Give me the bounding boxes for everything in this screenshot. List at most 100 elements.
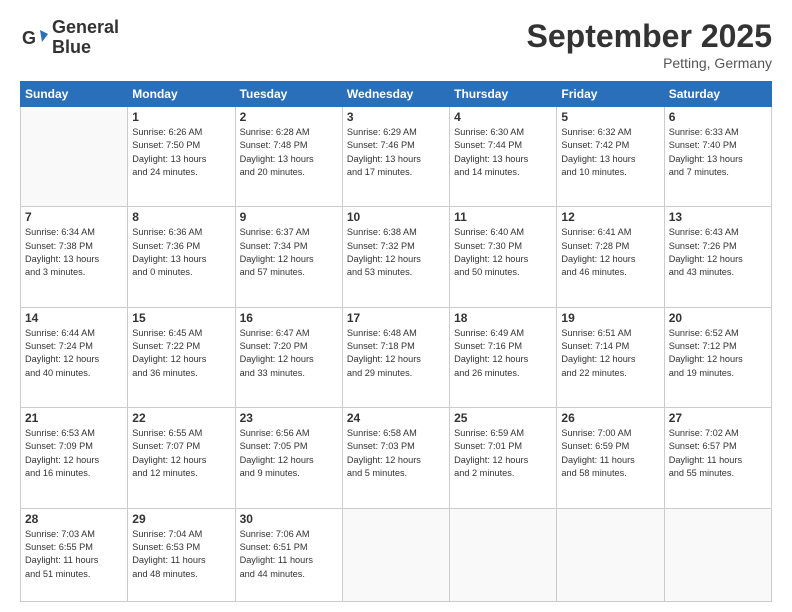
weekday-header-thursday: Thursday [450, 82, 557, 107]
day-number: 20 [669, 311, 767, 325]
calendar-cell: 4 Sunrise: 6:30 AM Sunset: 7:44 PM Daylig… [450, 107, 557, 207]
logo-blue: Blue [52, 37, 91, 57]
weekday-header-wednesday: Wednesday [342, 82, 449, 107]
calendar-cell: 27 Sunrise: 7:02 AM Sunset: 6:57 PM Dayli… [664, 408, 771, 508]
calendar-cell [664, 508, 771, 602]
day-info: Sunrise: 6:45 AM Sunset: 7:22 PM Dayligh… [132, 327, 230, 380]
logo-icon: G [20, 24, 48, 52]
calendar-cell: 22 Sunrise: 6:55 AM Sunset: 7:07 PM Dayli… [128, 408, 235, 508]
svg-text:G: G [22, 28, 36, 48]
day-info: Sunrise: 6:32 AM Sunset: 7:42 PM Dayligh… [561, 126, 659, 179]
calendar-cell: 29 Sunrise: 7:04 AM Sunset: 6:53 PM Dayli… [128, 508, 235, 602]
day-info: Sunrise: 7:04 AM Sunset: 6:53 PM Dayligh… [132, 528, 230, 581]
weekday-header-monday: Monday [128, 82, 235, 107]
day-info: Sunrise: 7:03 AM Sunset: 6:55 PM Dayligh… [25, 528, 123, 581]
day-info: Sunrise: 7:02 AM Sunset: 6:57 PM Dayligh… [669, 427, 767, 480]
calendar-cell: 3 Sunrise: 6:29 AM Sunset: 7:46 PM Daylig… [342, 107, 449, 207]
week-row-3: 14 Sunrise: 6:44 AM Sunset: 7:24 PM Dayli… [21, 307, 772, 407]
calendar-cell: 6Sunrise: 6:33 AM Sunset: 7:40 PM Daylig… [664, 107, 771, 207]
day-info: Sunrise: 6:40 AM Sunset: 7:30 PM Dayligh… [454, 226, 552, 279]
calendar-cell: 8 Sunrise: 6:36 AM Sunset: 7:36 PM Daylig… [128, 207, 235, 307]
day-info: Sunrise: 6:26 AM Sunset: 7:50 PM Dayligh… [132, 126, 230, 179]
day-info: Sunrise: 6:34 AM Sunset: 7:38 PM Dayligh… [25, 226, 123, 279]
calendar-cell: 10 Sunrise: 6:38 AM Sunset: 7:32 PM Dayli… [342, 207, 449, 307]
calendar-cell: 18Sunrise: 6:49 AM Sunset: 7:16 PM Dayli… [450, 307, 557, 407]
day-info: Sunrise: 6:52 AM Sunset: 7:12 PM Dayligh… [669, 327, 767, 380]
day-info: Sunrise: 6:58 AM Sunset: 7:03 PM Dayligh… [347, 427, 445, 480]
day-info: Sunrise: 6:44 AM Sunset: 7:24 PM Dayligh… [25, 327, 123, 380]
day-number: 12 [561, 210, 659, 224]
calendar-cell [450, 508, 557, 602]
calendar-cell: 19 Sunrise: 6:51 AM Sunset: 7:14 PM Dayli… [557, 307, 664, 407]
day-number: 10 [347, 210, 445, 224]
day-number: 17 [347, 311, 445, 325]
day-number: 22 [132, 411, 230, 425]
calendar-cell: 16Sunrise: 6:47 AM Sunset: 7:20 PM Dayli… [235, 307, 342, 407]
day-number: 19 [561, 311, 659, 325]
calendar-cell: 25 Sunrise: 6:59 AM Sunset: 7:01 PM Dayli… [450, 408, 557, 508]
calendar-cell [557, 508, 664, 602]
day-info: Sunrise: 6:29 AM Sunset: 7:46 PM Dayligh… [347, 126, 445, 179]
week-row-1: 1 Sunrise: 6:26 AM Sunset: 7:50 PM Daylig… [21, 107, 772, 207]
calendar-cell: 15 Sunrise: 6:45 AM Sunset: 7:22 PM Dayli… [128, 307, 235, 407]
calendar-cell: 28 Sunrise: 7:03 AM Sunset: 6:55 PM Dayli… [21, 508, 128, 602]
day-number: 25 [454, 411, 552, 425]
calendar-cell: 26 Sunrise: 7:00 AM Sunset: 6:59 PM Dayli… [557, 408, 664, 508]
title-block: September 2025 Petting, Germany [527, 18, 772, 71]
weekday-header-row: SundayMondayTuesdayWednesdayThursdayFrid… [21, 82, 772, 107]
location: Petting, Germany [527, 55, 772, 71]
day-info: Sunrise: 6:48 AM Sunset: 7:18 PM Dayligh… [347, 327, 445, 380]
day-number: 1 [132, 110, 230, 124]
day-info: Sunrise: 6:56 AM Sunset: 7:05 PM Dayligh… [240, 427, 338, 480]
calendar-cell: 17 Sunrise: 6:48 AM Sunset: 7:18 PM Dayli… [342, 307, 449, 407]
weekday-header-tuesday: Tuesday [235, 82, 342, 107]
day-number: 28 [25, 512, 123, 526]
day-number: 21 [25, 411, 123, 425]
day-number: 16 [240, 311, 338, 325]
calendar-table: SundayMondayTuesdayWednesdayThursdayFrid… [20, 81, 772, 602]
day-number: 23 [240, 411, 338, 425]
calendar-cell: 13 Sunrise: 6:43 AM Sunset: 7:26 PM Dayli… [664, 207, 771, 307]
day-number: 9 [240, 210, 338, 224]
day-number: 14 [25, 311, 123, 325]
day-info: Sunrise: 6:43 AM Sunset: 7:26 PM Dayligh… [669, 226, 767, 279]
calendar-cell: 23 Sunrise: 6:56 AM Sunset: 7:05 PM Dayli… [235, 408, 342, 508]
day-info: Sunrise: 6:30 AM Sunset: 7:44 PM Dayligh… [454, 126, 552, 179]
day-info: Sunrise: 6:36 AM Sunset: 7:36 PM Dayligh… [132, 226, 230, 279]
day-number: 29 [132, 512, 230, 526]
day-info: Sunrise: 6:33 AM Sunset: 7:40 PM Dayligh… [669, 126, 767, 179]
day-number: 3 [347, 110, 445, 124]
day-number: 7 [25, 210, 123, 224]
day-number: 30 [240, 512, 338, 526]
calendar-cell: 20 Sunrise: 6:52 AM Sunset: 7:12 PM Dayli… [664, 307, 771, 407]
calendar-cell [21, 107, 128, 207]
calendar-cell: 2Sunrise: 6:28 AM Sunset: 7:48 PM Daylig… [235, 107, 342, 207]
day-info: Sunrise: 6:59 AM Sunset: 7:01 PM Dayligh… [454, 427, 552, 480]
calendar-cell: 14 Sunrise: 6:44 AM Sunset: 7:24 PM Dayli… [21, 307, 128, 407]
month-title: September 2025 [527, 18, 772, 55]
day-info: Sunrise: 6:38 AM Sunset: 7:32 PM Dayligh… [347, 226, 445, 279]
week-row-2: 7 Sunrise: 6:34 AM Sunset: 7:38 PM Daylig… [21, 207, 772, 307]
day-info: Sunrise: 7:06 AM Sunset: 6:51 PM Dayligh… [240, 528, 338, 581]
day-info: Sunrise: 6:51 AM Sunset: 7:14 PM Dayligh… [561, 327, 659, 380]
day-number: 26 [561, 411, 659, 425]
day-info: Sunrise: 6:55 AM Sunset: 7:07 PM Dayligh… [132, 427, 230, 480]
weekday-header-friday: Friday [557, 82, 664, 107]
day-number: 18 [454, 311, 552, 325]
day-number: 15 [132, 311, 230, 325]
day-number: 5 [561, 110, 659, 124]
day-number: 8 [132, 210, 230, 224]
calendar-cell: 1 Sunrise: 6:26 AM Sunset: 7:50 PM Daylig… [128, 107, 235, 207]
calendar-cell: 21 Sunrise: 6:53 AM Sunset: 7:09 PM Dayli… [21, 408, 128, 508]
day-number: 27 [669, 411, 767, 425]
day-info: Sunrise: 6:37 AM Sunset: 7:34 PM Dayligh… [240, 226, 338, 279]
day-info: Sunrise: 7:00 AM Sunset: 6:59 PM Dayligh… [561, 427, 659, 480]
page-header: G General Blue September 2025 Petting, G… [20, 18, 772, 71]
day-number: 4 [454, 110, 552, 124]
day-number: 13 [669, 210, 767, 224]
calendar-cell: 30 Sunrise: 7:06 AM Sunset: 6:51 PM Dayli… [235, 508, 342, 602]
calendar-cell: 24Sunrise: 6:58 AM Sunset: 7:03 PM Dayli… [342, 408, 449, 508]
week-row-5: 28 Sunrise: 7:03 AM Sunset: 6:55 PM Dayli… [21, 508, 772, 602]
weekday-header-sunday: Sunday [21, 82, 128, 107]
day-info: Sunrise: 6:53 AM Sunset: 7:09 PM Dayligh… [25, 427, 123, 480]
